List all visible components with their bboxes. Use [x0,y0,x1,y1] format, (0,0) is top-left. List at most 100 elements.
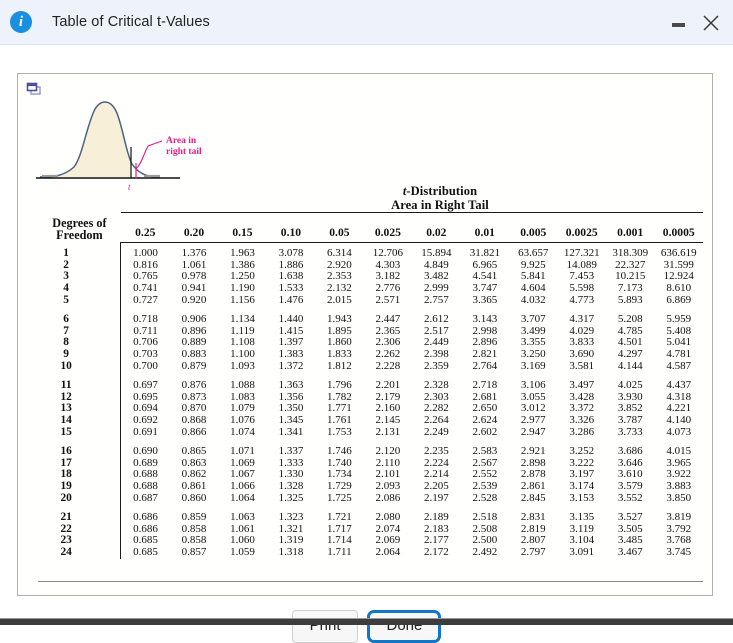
cell-degrees-of-freedom: 22 [38,523,122,536]
cell-degrees-of-freedom: 16 [38,438,122,458]
column-header-alpha-9: 0.0025 [557,212,606,243]
cell-value: 4.015 [666,444,692,457]
cell-value: 0.700 [133,359,158,372]
column-header-alpha-4: 0.05 [315,212,364,243]
dialog-body: t Area in right tail t-Distribution Area… [0,45,733,643]
curve-shaded-area [46,102,131,177]
cell-value: 1.796 [327,378,352,391]
cell-value: 2.797 [520,546,546,559]
cell-value: 1.753 [327,425,352,438]
cell-value: 2.131 [375,425,401,438]
t-distribution-figure: t Area in right tail [32,91,232,196]
cell-degrees-of-freedom: 12 [38,391,122,404]
cell-value: 2.015 [327,293,352,306]
column-header-alpha-8: 0.005 [509,212,558,243]
table-bottom-rule [38,581,703,583]
cell-value: 0.718 [133,312,158,325]
cell-value: 1.325 [278,491,304,504]
cell-value: 0.697 [133,378,158,391]
cell-value: 2.764 [472,359,498,372]
cell-degrees-of-freedom: 10 [38,360,122,373]
cell-value: 1.746 [327,444,352,457]
table-row: 21 0.686 0.859 1.063 1.323 1.721 2.080 2.189 2.5… [38,504,703,524]
annotation-line2: right tail [166,147,202,157]
cell-value: 1.812 [327,359,352,372]
cell-degrees-of-freedom: 14 [38,414,122,427]
cell-value: 4.587 [666,359,692,372]
cell-value: 3.527 [617,510,643,523]
cell-value: 1.363 [278,378,304,391]
cell-degrees-of-freedom: 19 [38,480,122,493]
cell-value: 3.707 [520,312,546,325]
window-controls [672,0,721,45]
table-row: 16 0.690 0.865 1.071 1.337 1.746 2.120 2.235 2.5… [38,438,703,458]
cell-degrees-of-freedom: 17 [38,457,122,470]
cell-value: 3.252 [569,444,595,457]
cell-value: 1.341 [278,425,304,438]
table-row: 24 0.685 0.857 1.059 1.318 1.711 2.064 2.172 2.4… [38,546,703,559]
cell-value: 0.686 [133,510,158,523]
cell-value: 4.144 [617,359,643,372]
cell-degrees-of-freedom: 21 [38,504,122,524]
cell-value: 3.686 [617,444,643,457]
cell-value: 2.492 [472,546,498,559]
annotation-leader [135,140,163,170]
cell-degrees-of-freedom: 20 [38,492,122,505]
cell-value: 0.865 [181,444,207,457]
cell-value: 5.959 [666,312,692,325]
cell-value: 0.866 [181,425,207,438]
cell-value: 2.845 [520,491,546,504]
done-button[interactable]: Done [367,610,442,643]
cell-value: 2.718 [472,378,498,391]
close-button[interactable] [701,13,721,33]
cell-degrees-of-freedom: 11 [38,372,122,392]
minimize-button[interactable] [672,19,685,27]
dialog-buttons: Print Done [0,610,733,643]
cell-value: 0.690 [133,444,158,457]
cell-value: 5.893 [617,293,643,306]
cell-value: 2.064 [375,546,401,559]
cell-value: 318.309 [612,246,649,259]
cell-degrees-of-freedom: 15 [38,426,122,439]
cell-value: 0.876 [181,378,207,391]
cell-value: 1.372 [278,359,304,372]
cell-value: 3.143 [472,312,498,325]
cell-degrees-of-freedom: 8 [38,337,122,350]
cell-value: 2.197 [423,491,449,504]
cell-value: 3.153 [569,491,595,504]
cell-value: 0.879 [181,359,207,372]
cell-value: 2.528 [472,491,498,504]
cell-value: 2.831 [520,510,546,523]
print-button[interactable]: Print [291,610,359,643]
cell-value: 1.000 [133,246,158,259]
cell-degrees-of-freedom: 9 [38,348,122,361]
cell-value: 3.850 [666,491,692,504]
info-icon: i [10,11,32,33]
cell-value: 1.963 [230,246,255,259]
cell-value: 2.328 [423,378,449,391]
cell-value: 0.906 [181,312,207,325]
cell-value: 2.583 [472,444,498,457]
cell-degrees-of-freedom: 2 [38,259,122,272]
cell-value: 2.080 [375,510,401,523]
cell-value: 2.921 [520,444,546,457]
cell-value: 2.249 [423,425,449,438]
cell-value: 0.857 [181,546,207,559]
cell-value: 4.317 [569,312,595,325]
cell-value: 15.894 [421,246,452,259]
cell-value: 2.235 [423,444,449,457]
cell-degrees-of-freedom: 5 [38,294,122,307]
cell-degrees-of-freedom: 4 [38,282,122,295]
cell-value: 2.447 [375,312,401,325]
cell-value: 1.440 [278,312,304,325]
cell-degrees-of-freedom: 24 [38,546,122,559]
cell-value: 2.189 [423,510,449,523]
table-heading-line1: t-Distribution [402,184,478,198]
cell-value: 1.476 [278,293,304,306]
axis-label-t: t [128,182,131,192]
window-title: Table of Critical t-Values [52,14,210,30]
cell-degrees-of-freedom: 18 [38,469,122,482]
column-header-alpha-1: 0.20 [169,212,219,243]
cell-value: 1.721 [327,510,352,523]
cell-value: 2.086 [375,491,401,504]
